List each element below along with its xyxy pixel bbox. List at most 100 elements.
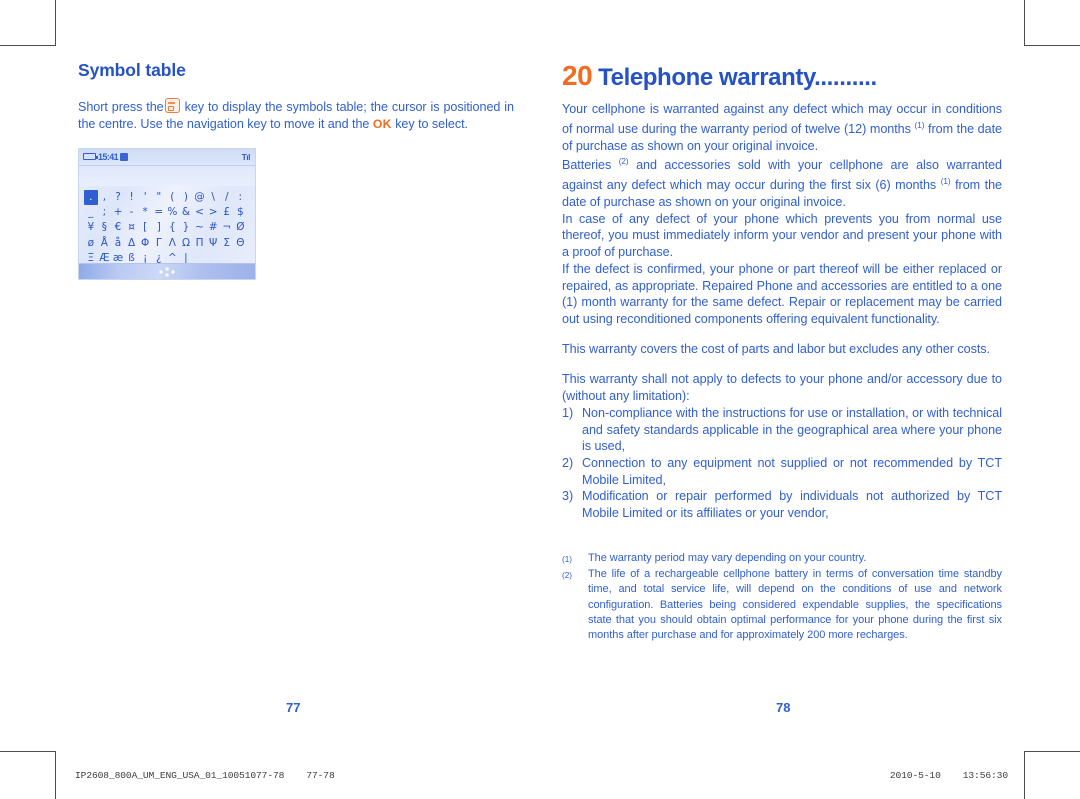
warranty-paragraphs: Your cellphone is warranted against any …: [562, 101, 1002, 328]
list-marker: 2): [562, 455, 574, 470]
symbol-cell[interactable]: .: [84, 189, 98, 205]
symbol-cell[interactable]: ': [138, 190, 152, 205]
footnote: (2) The life of a rechargeable cellphone…: [562, 567, 1002, 643]
symbol-cell[interactable]: $: [234, 205, 248, 220]
symbol-cell[interactable]: &: [179, 205, 193, 220]
symbol-cell[interactable]: -: [125, 205, 139, 220]
symbol-row: . , ? ! ' " ( ) @ \ / :: [84, 189, 250, 205]
symbol-cell[interactable]: /: [220, 190, 234, 205]
footnote-text: The warranty period may vary depending o…: [588, 551, 867, 564]
print-time: 13:56:30: [962, 770, 1008, 781]
symbol-cell[interactable]: *: [138, 205, 152, 220]
symbol-cell[interactable]: <: [193, 205, 207, 220]
page-left: Symbol table Short press the key to disp…: [78, 60, 518, 730]
phone-softkey-bar: [79, 263, 255, 280]
symbol-cell[interactable]: ¥: [84, 220, 98, 235]
status-bar-time: 15:41: [98, 151, 119, 162]
message-icon: [120, 152, 128, 161]
print-footer-left: IP2608_800A_UM_ENG_USA_01_10051077-78 77-…: [75, 770, 335, 781]
symbol-cell[interactable]: (: [166, 190, 180, 205]
symbol-cell[interactable]: ?: [111, 190, 125, 205]
symbol-cell[interactable]: ø: [84, 236, 98, 251]
chapter-header: 20 Telephone warranty..........: [562, 60, 1002, 92]
symbol-cell[interactable]: ,: [98, 190, 112, 205]
symbol-cell[interactable]: >: [206, 205, 220, 220]
phone-screenshot-figure: 15:41 Tıl . , ? ! ' " ( ) @ \ /: _ ; + …: [78, 148, 256, 281]
symbol-cell[interactable]: %: [166, 205, 180, 220]
symbol-cell[interactable]: \: [206, 190, 220, 205]
intro-paragraph: Short press the key to display the symbo…: [78, 98, 514, 132]
footnote: (1) The warranty period may vary dependi…: [562, 551, 1002, 567]
symbol-cell[interactable]: ~: [193, 220, 207, 235]
symbol-cell[interactable]: Λ: [166, 236, 180, 251]
intro-text-before-icon: Short press the: [78, 100, 164, 114]
phone-status-bar: 15:41 Tıl: [79, 149, 255, 167]
symbol-cell[interactable]: Θ: [234, 236, 248, 251]
print-footer-right: 2010-5-10 13:56:30: [890, 770, 1008, 781]
list-marker: 3): [562, 489, 574, 504]
signal-icon: Tıl: [241, 152, 251, 163]
symbol-cell[interactable]: Π: [193, 236, 207, 251]
symbol-cell[interactable]: ¤: [125, 220, 139, 235]
symbol-cell[interactable]: Ø: [234, 220, 248, 235]
symbol-cell[interactable]: Γ: [152, 236, 166, 251]
symbol-cell[interactable]: ]: [152, 220, 166, 235]
chapter-number: 20: [562, 60, 593, 91]
footnote-marker: (1): [562, 554, 573, 564]
symbol-cell[interactable]: Σ: [220, 236, 234, 251]
symbol-cell[interactable]: [: [138, 220, 152, 235]
symbol-cell[interactable]: Δ: [125, 236, 139, 251]
page-range: 77-78: [306, 770, 335, 781]
symbol-grid: . , ? ! ' " ( ) @ \ / : _ ; + - * = % & …: [79, 186, 255, 266]
symbol-cell[interactable]: å: [111, 236, 125, 251]
symbol-cell[interactable]: Å: [98, 236, 112, 251]
symbol-cell[interactable]: @: [193, 190, 207, 205]
symbol-row: ¥ § € ¤ [ ] { } ~ # ¬ Ø: [84, 220, 250, 235]
battery-icon: [83, 153, 98, 161]
list-text: Connection to any equipment not supplied…: [582, 455, 1002, 487]
print-date: 2010-5-10: [889, 770, 941, 781]
symbol-cell[interactable]: #: [206, 220, 220, 235]
paragraph-costs: This warranty covers the cost of parts a…: [562, 342, 990, 357]
symbol-cell[interactable]: ¬: [220, 220, 234, 235]
page-spread: Symbol table Short press the key to disp…: [0, 0, 1080, 797]
symbol-cell[interactable]: ": [152, 190, 166, 205]
symbol-cell[interactable]: :: [234, 190, 248, 205]
ok-key-label: OK: [372, 116, 392, 131]
symbol-cell[interactable]: ;: [98, 205, 112, 220]
intro-text-tail: key to select.: [395, 116, 468, 131]
page-title: Symbol table: [78, 60, 186, 80]
symbol-cell[interactable]: !: [125, 190, 139, 205]
symbol-cell[interactable]: _: [84, 205, 98, 220]
footnote-marker: (2): [562, 571, 573, 581]
symbol-cell[interactable]: ): [179, 190, 193, 205]
list-item: 3) Modification or repair performed by i…: [562, 488, 1002, 521]
paragraph: Your cellphone is warranted against any …: [562, 102, 1002, 153]
paragraph: Batteries (2) and accessories sold with …: [562, 157, 1003, 210]
symbol-row: ø Å å Δ Φ Γ Λ Ω Π Ψ Σ Θ: [84, 236, 250, 251]
list-marker: 1): [562, 405, 574, 420]
symbol-row: _ ; + - * = % & < > £ $: [84, 205, 250, 220]
list-item: 1) Non-compliance with the instructions …: [562, 405, 1002, 455]
sym-key-icon: [164, 98, 180, 113]
symbol-cell[interactable]: §: [98, 220, 112, 235]
exclusion-list: 1) Non-compliance with the instructions …: [562, 405, 1002, 522]
symbol-cell[interactable]: €: [111, 220, 125, 235]
footnote-text: The life of a rechargeable cellphone bat…: [588, 568, 1002, 642]
symbol-cell[interactable]: Ψ: [206, 236, 220, 251]
symbol-cell[interactable]: £: [220, 205, 234, 220]
paragraph: In case of any defect of your phone whic…: [562, 211, 1002, 260]
list-text: Modification or repair performed by indi…: [582, 489, 1002, 521]
symbol-cell[interactable]: Φ: [138, 236, 152, 251]
page-right: 20 Telephone warranty.......... Your cel…: [562, 60, 1002, 730]
symbol-cell[interactable]: +: [111, 205, 125, 220]
symbol-cell[interactable]: Ω: [179, 236, 193, 251]
symbol-cell[interactable]: }: [179, 220, 193, 235]
symbol-cell[interactable]: {: [166, 220, 180, 235]
paragraph: If the defect is confirmed, your phone o…: [562, 261, 1002, 326]
list-item: 2) Connection to any equipment not suppl…: [562, 455, 1002, 488]
symbol-cell[interactable]: =: [152, 205, 166, 220]
phone-input-area: [79, 166, 255, 187]
